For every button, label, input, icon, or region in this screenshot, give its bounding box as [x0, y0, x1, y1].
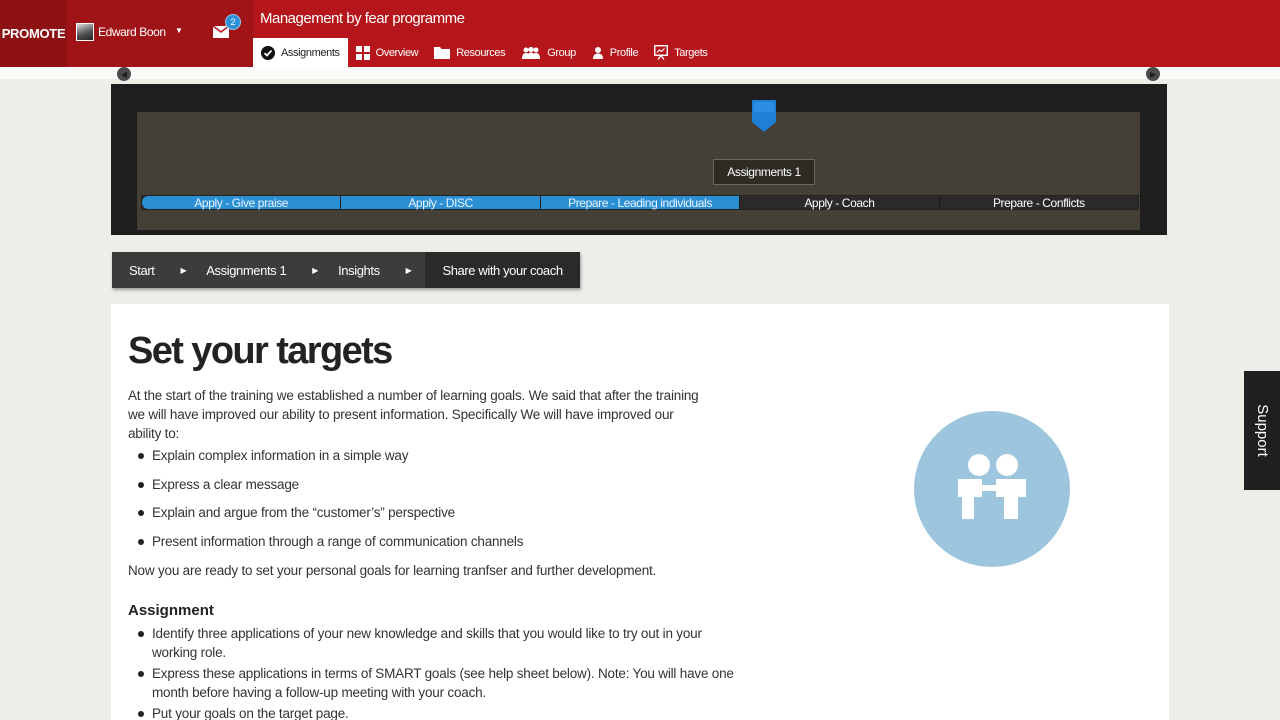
- chevron-down-icon: ▼: [175, 26, 183, 35]
- timeline-step[interactable]: Prepare - Conflicts: [940, 196, 1138, 210]
- assignment-heading: Assignment: [128, 602, 214, 619]
- timeline-step[interactable]: Apply - Give praise: [142, 196, 342, 210]
- mail-count-badge: 2: [225, 14, 241, 30]
- timeline-step[interactable]: Apply - Coach: [740, 196, 940, 210]
- header-divider: [0, 67, 1280, 79]
- group-icon: [522, 46, 541, 59]
- list-item: Explain complex information in a simple …: [128, 446, 738, 475]
- breadcrumb-insights[interactable]: Insights ▶: [338, 252, 418, 288]
- tab-label: Profile: [609, 46, 639, 59]
- timeline-prev-button[interactable]: ◀: [117, 67, 131, 81]
- tab-assignments[interactable]: Assignments: [253, 38, 348, 67]
- list-item: Present information through a range of c…: [128, 532, 738, 561]
- grid-icon: [355, 45, 370, 60]
- page-title: Set your targets: [128, 330, 393, 372]
- breadcrumb-label: Insights: [338, 262, 380, 278]
- support-label: Support: [1253, 404, 1271, 457]
- list-item: Explain and argue from the “customer’s” …: [128, 503, 738, 532]
- breadcrumb-assignments[interactable]: Assignments 1 ▶: [206, 252, 338, 288]
- list-item: Put your goals on the target page.: [128, 704, 738, 720]
- list-item: Identify three applications of your new …: [128, 624, 738, 662]
- tab-overview[interactable]: Overview: [348, 38, 427, 67]
- timeline-bar: Apply - Give praise Apply - DISC Prepare…: [141, 195, 1139, 210]
- tab-label: Targets: [674, 46, 708, 59]
- timeline-next-button[interactable]: ▶: [1146, 67, 1160, 81]
- outro-paragraph: Now you are ready to set your personal g…: [128, 563, 657, 578]
- tab-label: Assignments: [281, 46, 340, 59]
- breadcrumb-label: Start: [129, 262, 155, 278]
- check-circle-icon: [261, 45, 275, 60]
- chevron-right-icon: ▶: [180, 265, 187, 275]
- current-position-marker-icon: [752, 100, 776, 132]
- coaching-illustration: [914, 411, 1070, 567]
- assignment-task-list: Identify three applications of your new …: [128, 624, 738, 720]
- timeline-step[interactable]: Prepare - Leading individuals: [540, 196, 741, 210]
- breadcrumb-start[interactable]: Start ▶: [112, 252, 206, 288]
- tab-resources[interactable]: Resources: [426, 38, 513, 67]
- chevron-right-icon: ▶: [405, 265, 412, 275]
- chevron-right-icon: ▶: [312, 265, 319, 275]
- tab-label: Resources: [456, 46, 506, 59]
- timeline-track-area: [137, 112, 1140, 230]
- breadcrumb-label: Share with your coach: [442, 262, 563, 278]
- two-people-icon: [958, 454, 1026, 519]
- breadcrumb-label: Assignments 1: [206, 262, 287, 278]
- content-card: Set your targets At the start of the tra…: [111, 304, 1169, 720]
- breadcrumb-share-with-coach[interactable]: Share with your coach: [425, 252, 580, 288]
- intro-paragraph: At the start of the training we establis…: [128, 388, 699, 441]
- person-icon: [592, 46, 603, 59]
- top-header: PROMOTE Edward Boon ▼ 2 Management by fe…: [0, 0, 1280, 67]
- programme-title: Management by fear programme: [260, 10, 465, 27]
- tab-profile[interactable]: Profile: [584, 38, 646, 67]
- support-tab[interactable]: Support: [1244, 371, 1280, 490]
- user-name: Edward Boon: [98, 25, 166, 39]
- timeline-step[interactable]: Apply - DISC: [341, 196, 541, 210]
- list-item: Express these applications in terms of S…: [128, 664, 738, 702]
- presentation-icon: [654, 45, 669, 60]
- tab-label: Overview: [375, 46, 419, 59]
- tab-label: Group: [547, 46, 576, 59]
- breadcrumb: Start ▶ Assignments 1 ▶ Insights ▶ Share…: [112, 252, 580, 288]
- avatar: [76, 23, 94, 41]
- learning-goals-list: Explain complex information in a simple …: [128, 446, 738, 560]
- list-item: Express a clear message: [128, 475, 738, 504]
- tab-group[interactable]: Group: [513, 38, 584, 67]
- brand-logo[interactable]: PROMOTE: [0, 0, 67, 67]
- tab-targets[interactable]: Targets: [646, 38, 715, 67]
- timeline-current-label: Assignments 1: [713, 159, 815, 185]
- main-nav: Assignments Overview Resources Group Pro…: [253, 38, 715, 67]
- folder-icon: [434, 47, 451, 59]
- progress-timeline: [111, 84, 1167, 235]
